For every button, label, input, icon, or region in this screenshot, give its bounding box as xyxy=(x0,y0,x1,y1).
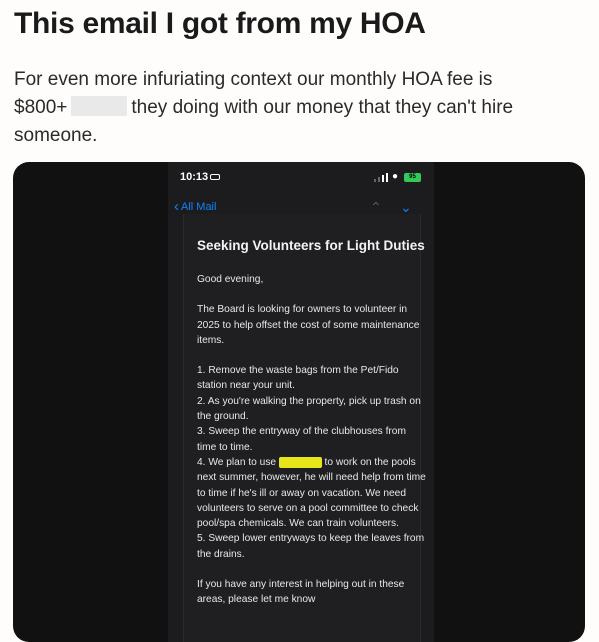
list-item: 4. We plan to use xxxxxxxx to work on th… xyxy=(197,456,426,529)
carplay-icon xyxy=(210,174,220,180)
chevron-left-icon: ‹ xyxy=(174,198,179,215)
post-body-line: someone. xyxy=(14,125,98,146)
post-body-fragment: $800+ xyxy=(14,97,68,118)
email-closing: If you have any interest in helping out … xyxy=(197,579,405,606)
battery-icon: 95 xyxy=(404,173,421,182)
list-item: 3. Sweep the entryway of the clubhouses … xyxy=(197,426,406,453)
list-item-fragment: 4. We plan to use xyxy=(197,456,277,468)
highlighted-redaction: xxxxxxxx xyxy=(278,456,322,468)
list-item: 5. Sweep lower entryways to keep the lea… xyxy=(197,533,425,560)
post-body: For even more infuriating context our mo… xyxy=(14,66,589,150)
list-item: 1. Remove the waste bags from the Pet/Fi… xyxy=(197,365,399,392)
status-time: 10:13 xyxy=(180,171,209,183)
email-message: Seeking Volunteers for Light Duties Good… xyxy=(183,214,426,642)
email-body: Good evening, The Board is looking for o… xyxy=(197,272,427,623)
post-title: This email I got from my HOA xyxy=(14,7,426,40)
phone-screenshot: 10:13 ● 95 ‹ All Mail ⌃ ⌄ Seeking Volunte… xyxy=(168,162,434,642)
email-greeting: Good evening, xyxy=(197,274,264,285)
email-intro: The Board is looking for owners to volun… xyxy=(197,304,420,346)
post-body-line: $800+ they doing with our money that they… xyxy=(14,94,589,122)
post-body-fragment: they doing with our money that they can'… xyxy=(131,97,514,118)
post-image[interactable]: 10:13 ● 95 ‹ All Mail ⌃ ⌄ Seeking Volunte… xyxy=(13,162,585,642)
status-bar: 10:13 ● 95 xyxy=(168,162,434,194)
back-label: All Mail xyxy=(181,201,217,213)
post-body-line: For even more infuriating context our mo… xyxy=(14,69,493,90)
email-list: 1. Remove the waste bags from the Pet/Fi… xyxy=(197,363,427,562)
signal-icon xyxy=(374,173,388,182)
redaction-block xyxy=(71,96,128,116)
list-item: 2. As you're walking the property, pick … xyxy=(197,395,421,423)
email-subject: Seeking Volunteers for Light Duties xyxy=(197,238,425,253)
wifi-icon: ● xyxy=(392,171,399,182)
